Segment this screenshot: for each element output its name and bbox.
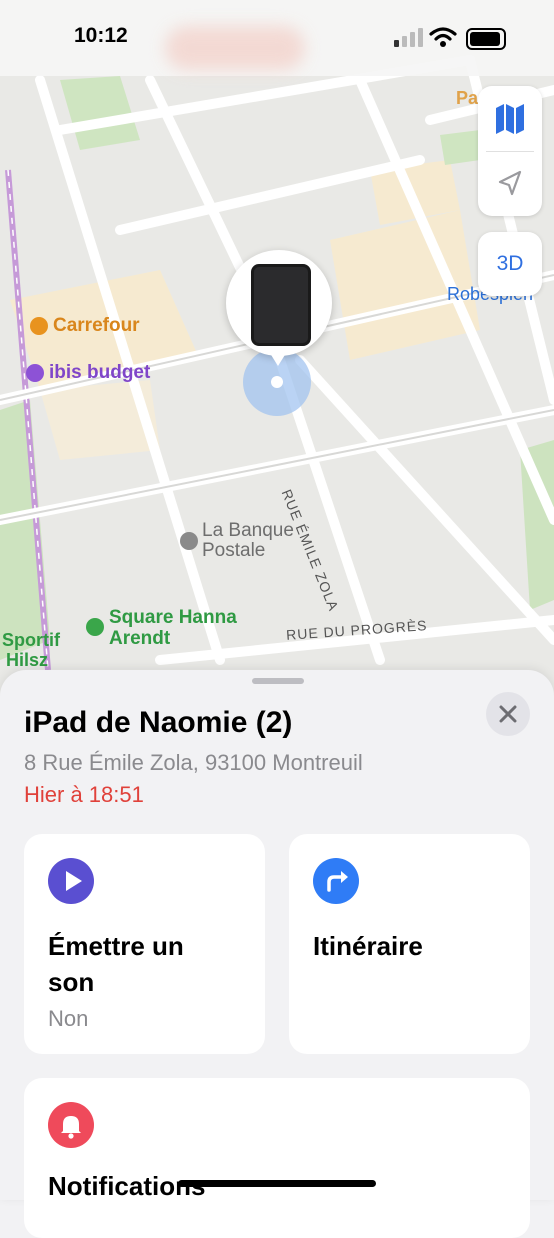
play-sound-title-line2: son <box>48 967 95 997</box>
battery-icon <box>466 28 506 50</box>
directions-card[interactable]: Itinéraire <box>289 834 530 1054</box>
play-sound-card[interactable]: Émettre un son Non <box>24 834 265 1054</box>
poi-sportif-line2: Hilsz <box>6 650 49 670</box>
home-indicator[interactable] <box>178 1180 376 1187</box>
poi-banque-line1[interactable]: La Banque <box>202 520 294 542</box>
poi-square-line1[interactable]: Square Hanna <box>109 607 237 629</box>
locate-me-button[interactable] <box>478 152 542 216</box>
ipad-icon <box>251 264 311 346</box>
directions-arrow-icon <box>313 858 359 904</box>
wifi-icon <box>429 27 457 47</box>
map-view[interactable]: Carrefour ibis budget La Banque Postale … <box>0 0 554 700</box>
device-address: 8 Rue Émile Zola, 93100 Montreuil <box>24 750 363 775</box>
map-icon <box>496 104 524 134</box>
device-last-seen: Hier à 18:51 <box>24 782 144 807</box>
bell-icon <box>48 1102 94 1148</box>
pin-pointer <box>268 350 288 366</box>
poi-ibis-budget[interactable]: ibis budget <box>49 362 150 384</box>
poi-sportif-line1: Sportif <box>2 630 60 650</box>
carrefour-icon <box>30 317 48 335</box>
map-controls <box>478 86 542 216</box>
park-icon <box>86 618 104 636</box>
poi-carrefour[interactable]: Carrefour <box>53 315 140 337</box>
play-icon <box>48 858 94 904</box>
device-detail-sheet: iPad de Naomie (2) 8 Rue Émile Zola, 931… <box>0 670 554 1238</box>
status-time: 10:12 <box>74 24 128 47</box>
bank-icon <box>180 532 198 550</box>
poi-square-line2[interactable]: Arendt <box>109 628 170 650</box>
map-mode-button[interactable] <box>478 86 542 151</box>
play-sound-status: Non <box>48 1006 89 1031</box>
sheet-grabber[interactable] <box>252 678 304 684</box>
directions-title: Itinéraire <box>313 931 423 961</box>
3d-label: 3D <box>496 252 524 275</box>
location-arrow-icon <box>498 170 522 196</box>
device-pin[interactable] <box>226 250 332 356</box>
poi-banque-line2[interactable]: Postale <box>202 540 265 562</box>
hotel-icon <box>26 364 44 382</box>
status-bar: 10:12 <box>0 0 554 76</box>
device-name: iPad de Naomie (2) <box>24 706 293 739</box>
close-button[interactable] <box>486 692 530 736</box>
play-sound-title-line1: Émettre un <box>48 931 184 961</box>
blurred-region <box>165 26 305 70</box>
notifications-card[interactable]: Notifications <box>24 1078 530 1238</box>
3d-toggle-button[interactable]: 3D <box>478 232 542 296</box>
cellular-signal-icon <box>394 28 423 47</box>
close-icon <box>499 705 517 723</box>
